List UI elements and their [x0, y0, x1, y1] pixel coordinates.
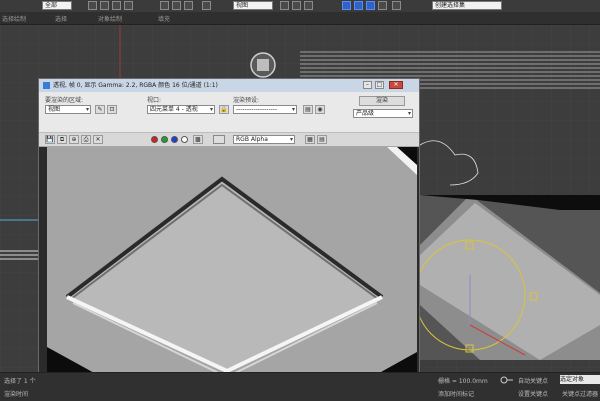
lock-icon[interactable]: 🔒: [219, 105, 229, 114]
minimize-icon[interactable]: –: [363, 81, 372, 89]
ribbon-tab-1[interactable]: 选择: [55, 14, 67, 23]
prompt-status: 渲染时间: [4, 391, 29, 398]
render-window-title: 透视, 帧 0, 显示 Gamma: 2.2, RGBA 颜色 16 位/通道 …: [53, 82, 218, 89]
swatch-icon[interactable]: [213, 135, 225, 144]
red-channel-icon[interactable]: [151, 136, 158, 143]
angle-snap-icon[interactable]: [354, 1, 363, 10]
key-icon[interactable]: [500, 376, 514, 384]
close-icon[interactable]: ✕: [389, 81, 403, 89]
window-crossing-icon[interactable]: [124, 1, 133, 10]
auto-region-icon[interactable]: ⊡: [107, 105, 117, 114]
clear-icon[interactable]: ✕: [93, 135, 103, 144]
reference-coordinate-select[interactable]: 视图: [233, 1, 273, 10]
select-by-name-icon[interactable]: [100, 1, 109, 10]
monochrome-icon[interactable]: ▩: [193, 135, 203, 144]
set-key-label[interactable]: 设置关键点: [518, 389, 548, 398]
ribbon-tab-2[interactable]: 对象绘制: [98, 14, 122, 23]
select-object-icon[interactable]: [88, 1, 97, 10]
save-image-icon[interactable]: 💾: [45, 135, 55, 144]
render-toolbar: 💾 ⧉ ⊕ ⎙ ✕ ▩ RGB Alpha ▦ ▤: [39, 132, 419, 147]
percent-snap-icon[interactable]: [366, 1, 375, 10]
ribbon-tab-3[interactable]: 填充: [158, 14, 170, 23]
key-mode-select[interactable]: 选定对象: [560, 375, 600, 384]
add-time-tag[interactable]: 添加时间标记: [438, 389, 474, 398]
render-button[interactable]: 渲染: [359, 96, 405, 106]
selection-status: 选择了 1 个: [4, 378, 36, 385]
key-filters-label[interactable]: 关键点过滤器: [562, 389, 598, 398]
render-mode-select[interactable]: 产品级: [353, 109, 413, 118]
toggle-ui-icon[interactable]: ▦: [305, 135, 315, 144]
select-manipulate-icon[interactable]: [292, 1, 301, 10]
edit-region-icon[interactable]: ✎: [95, 105, 105, 114]
green-channel-icon[interactable]: [161, 136, 168, 143]
named-selection-sets[interactable]: 创建选择集: [432, 1, 502, 10]
rotate-icon[interactable]: [172, 1, 181, 10]
snap-toggle-icon[interactable]: [342, 1, 351, 10]
toggle-info-icon[interactable]: ▤: [317, 135, 327, 144]
pivot-center-icon[interactable]: [280, 1, 289, 10]
render-setup-icon[interactable]: ▤: [303, 105, 313, 114]
viewport-label: 视口:: [147, 97, 162, 104]
blue-channel-icon[interactable]: [171, 136, 178, 143]
selection-filter-select[interactable]: 全部: [42, 1, 72, 10]
ribbon-tab-0[interactable]: 选择绘制: [2, 14, 26, 23]
edit-named-sets-icon[interactable]: [392, 1, 401, 10]
scale-icon[interactable]: [184, 1, 193, 10]
move-icon[interactable]: [160, 1, 169, 10]
auto-key-label[interactable]: 自动关键点: [518, 376, 548, 385]
rendered-frame-window: 透视, 帧 0, 显示 Gamma: 2.2, RGBA 颜色 16 位/通道 …: [38, 78, 420, 396]
channel-select[interactable]: RGB Alpha: [233, 135, 295, 144]
rectangle-selection-icon[interactable]: [112, 1, 121, 10]
rendered-image: [47, 147, 417, 391]
maximize-icon[interactable]: □: [375, 81, 384, 89]
area-select[interactable]: 视图: [45, 105, 91, 114]
copy-image-icon[interactable]: ⧉: [57, 135, 67, 144]
preset-label: 渲染预设:: [233, 97, 260, 104]
clone-window-icon[interactable]: ⊕: [69, 135, 79, 144]
render-options-panel: 要渲染的区域: 视图 ✎ ⊡ 视口: 四元菜单 4 - 透视 🔒 渲染预设: -…: [39, 92, 419, 132]
preset-select[interactable]: -------------------: [233, 105, 297, 114]
print-icon[interactable]: ⎙: [81, 135, 91, 144]
placement-icon[interactable]: [202, 1, 211, 10]
ribbon-bar: 选择绘制 选择 对象绘制 填充: [0, 12, 600, 25]
environment-icon[interactable]: ◉: [315, 105, 325, 114]
keyboard-shortcut-icon[interactable]: [304, 1, 313, 10]
grid-status: 栅格 = 100.0mm: [438, 378, 488, 385]
render-window-titlebar[interactable]: 透视, 帧 0, 显示 Gamma: 2.2, RGBA 颜色 16 位/通道 …: [39, 79, 419, 92]
viewport-select[interactable]: 四元菜单 4 - 透视: [147, 105, 215, 114]
alpha-channel-icon[interactable]: [181, 136, 188, 143]
spinner-snap-icon[interactable]: [378, 1, 387, 10]
status-bar: 选择了 1 个 渲染时间 栅格 = 100.0mm 添加时间标记 自动关键点 设…: [0, 372, 600, 401]
app-icon: [43, 82, 50, 89]
area-label: 要渲染的区域:: [45, 97, 84, 104]
